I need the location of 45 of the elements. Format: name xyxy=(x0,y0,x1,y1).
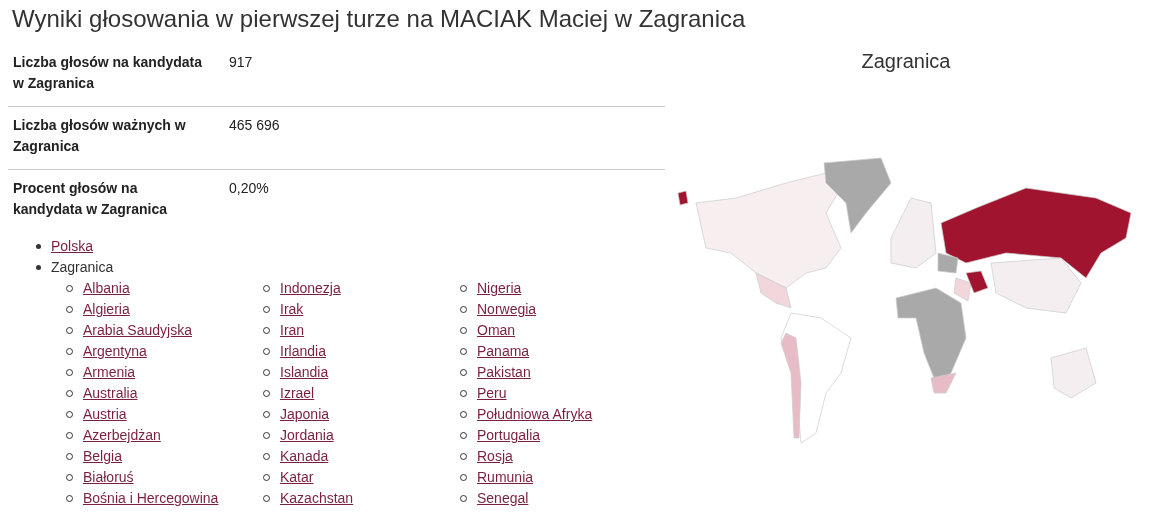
country-link[interactable]: Argentyna xyxy=(83,341,147,362)
country-link[interactable]: Portugalia xyxy=(477,425,541,446)
country-link[interactable]: Oman xyxy=(477,320,516,341)
country-link[interactable]: Irak xyxy=(280,299,304,320)
country-link[interactable]: Senegal xyxy=(477,488,529,509)
stat-value: 0,20% xyxy=(229,179,269,198)
country-link[interactable]: Nigeria xyxy=(477,278,522,299)
country-link[interactable]: Bośnia i Hercegowina xyxy=(83,488,219,509)
country-link[interactable]: Izrael xyxy=(280,383,315,404)
country-link[interactable]: Iran xyxy=(280,320,305,341)
country-link[interactable]: Peru xyxy=(477,383,507,404)
country-link[interactable]: Algieria xyxy=(83,299,130,320)
country-link[interactable]: Austria xyxy=(83,404,127,425)
page-title: Wyniki głosowania w pierwszej turze na MACIAK Maciej w Zagranica xyxy=(12,4,747,34)
stat-label: Procent głosów na kandydata w Zagranica xyxy=(13,179,169,219)
country-link[interactable]: Australia xyxy=(83,383,138,404)
country-link[interactable]: Belgia xyxy=(83,446,122,467)
country-link[interactable]: Rosja xyxy=(477,446,513,467)
country-link[interactable]: Arabia Saudyjska xyxy=(83,320,192,341)
country-link[interactable]: Indonezja xyxy=(280,278,341,299)
country-link[interactable]: Jordania xyxy=(280,425,334,446)
country-link[interactable]: Armenia xyxy=(83,362,136,383)
country-link[interactable]: Panama xyxy=(477,341,530,362)
bullet-icon xyxy=(36,265,41,270)
country-link[interactable]: Rumunia xyxy=(477,467,534,488)
country-link[interactable]: Islandia xyxy=(280,362,329,383)
country-link[interactable]: Japonia xyxy=(280,404,330,425)
region-label: Zagranica xyxy=(51,258,114,277)
region-link[interactable]: Polska xyxy=(51,236,94,257)
stat-label: Liczba głosów ważnych w Zagranica xyxy=(13,116,187,156)
country-link[interactable]: Kanada xyxy=(280,446,329,467)
country-link[interactable]: Azerbejdżan xyxy=(83,425,161,446)
country-link[interactable]: Kazachstan xyxy=(280,488,354,509)
country-link[interactable]: Albania xyxy=(83,278,130,299)
country-link[interactable]: Południowa Afryka xyxy=(477,404,593,425)
country-link[interactable]: Białoruś xyxy=(83,467,134,488)
country-link[interactable]: Norwegia xyxy=(477,299,537,320)
stat-value: 917 xyxy=(229,53,253,72)
stat-label: Liczba głosów na kandydata w Zagranica xyxy=(13,53,204,93)
bullet-icon xyxy=(36,244,41,249)
map-title: Zagranica xyxy=(861,50,951,73)
stat-value: 465 696 xyxy=(229,116,280,135)
country-link[interactable]: Pakistan xyxy=(477,362,531,383)
country-link[interactable]: Katar xyxy=(280,467,314,488)
country-link[interactable]: Irlandia xyxy=(280,341,326,362)
